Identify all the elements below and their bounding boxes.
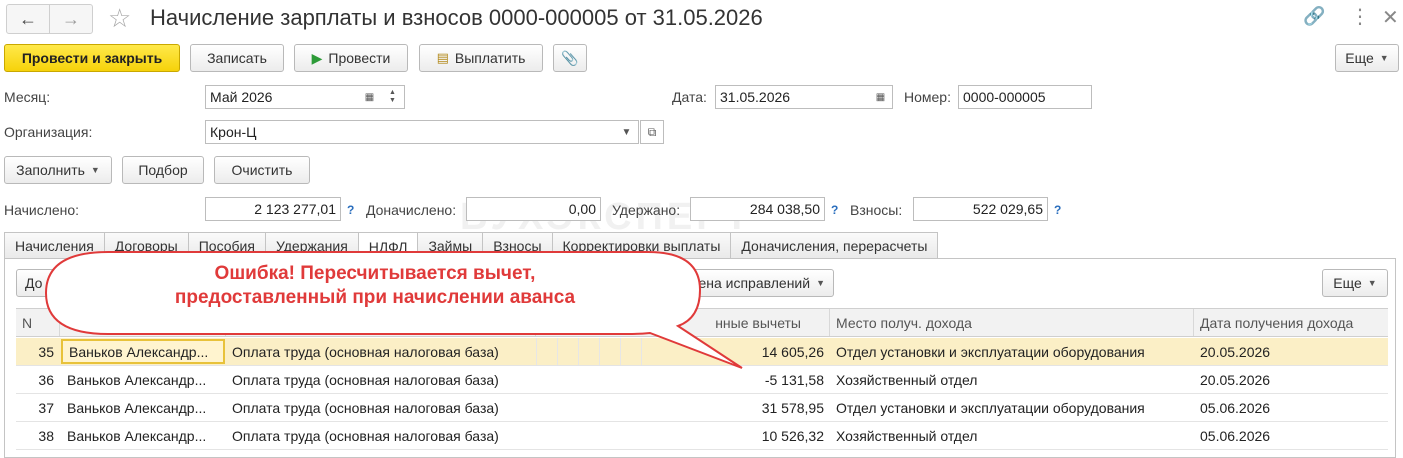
callout-line-2: предоставленный при начислении аванса: [174, 287, 576, 308]
callout-bubble: [44, 251, 743, 369]
callout-line-1: Ошибка! Пересчитывается вычет,: [214, 263, 536, 284]
callout-text: Ошибка! Пересчитывается вычет, предостав…: [60, 262, 690, 310]
